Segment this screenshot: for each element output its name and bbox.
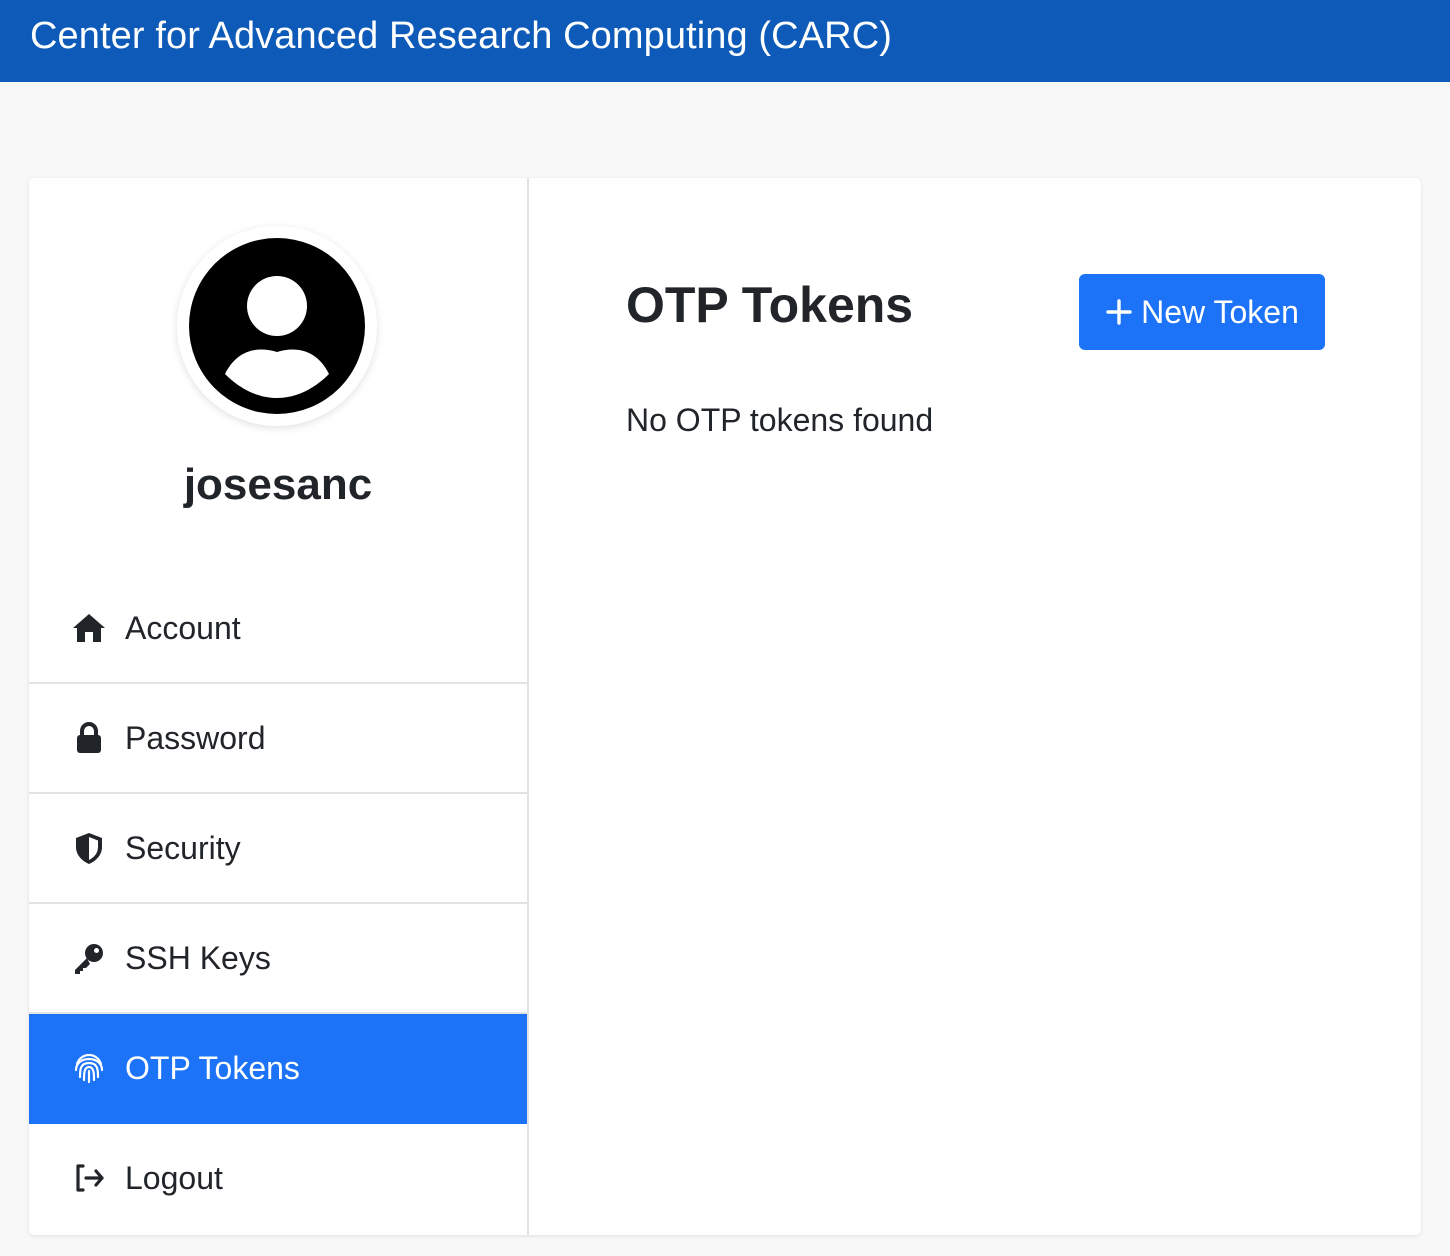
lock-icon [69, 718, 109, 758]
sidebar-item-account[interactable]: Account [29, 574, 527, 684]
new-token-button[interactable]: New Token [1079, 274, 1325, 350]
sidebar-item-label: Logout [125, 1159, 223, 1196]
sidebar-item-logout[interactable]: Logout [29, 1124, 527, 1232]
sidebar-item-label: Security [125, 829, 241, 866]
page-title: OTP Tokens [626, 277, 914, 333]
user-circle-icon [189, 238, 365, 414]
sidebar-item-password[interactable]: Password [29, 684, 527, 794]
sidebar-item-label: Account [125, 609, 241, 646]
top-navbar: Center for Advanced Research Computing (… [0, 0, 1450, 82]
settings-card: josesanc Account Password Security SSH K… [29, 178, 1421, 1235]
site-title[interactable]: Center for Advanced Research Computing (… [30, 17, 892, 55]
sidebar-item-ssh-keys[interactable]: SSH Keys [29, 904, 527, 1014]
empty-state-message: No OTP tokens found [626, 402, 934, 438]
new-token-button-label: New Token [1141, 293, 1299, 330]
sidebar-item-label: SSH Keys [125, 939, 271, 976]
sidebar-nav: Account Password Security SSH Keys OTP T… [29, 574, 527, 1232]
sidebar-item-label: OTP Tokens [125, 1049, 300, 1086]
main-content: OTP Tokens New Token No OTP tokens found [529, 178, 1421, 1235]
username: josesanc [183, 460, 373, 509]
sidebar-item-security[interactable]: Security [29, 794, 527, 904]
key-icon [69, 938, 109, 978]
sidebar-item-label: Password [125, 719, 266, 756]
plus-icon [1106, 299, 1132, 325]
avatar [177, 226, 377, 426]
sidebar: josesanc Account Password Security SSH K… [29, 178, 529, 1235]
home-icon [69, 608, 109, 648]
shield-icon [69, 828, 109, 868]
fingerprint-icon [69, 1048, 109, 1088]
sidebar-item-otp-tokens[interactable]: OTP Tokens [29, 1014, 527, 1124]
logout-icon [69, 1158, 109, 1198]
